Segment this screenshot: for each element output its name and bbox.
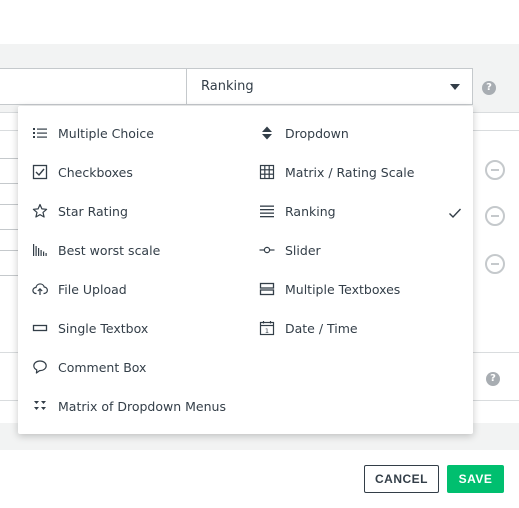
speech-bubble-icon <box>32 359 48 375</box>
star-icon <box>32 203 48 219</box>
top-strip <box>0 0 519 44</box>
menu-item-slider[interactable]: Slider <box>259 238 321 262</box>
menu-item-matrix-dropdown-menus[interactable]: Matrix of Dropdown Menus <box>32 394 226 418</box>
footer-bar <box>0 450 519 508</box>
menu-item-checkboxes[interactable]: Checkboxes <box>32 160 133 184</box>
cloud-upload-icon <box>32 281 48 297</box>
menu-item-date-time[interactable]: 1 Date / Time <box>259 316 358 340</box>
menu-item-star-rating[interactable]: Star Rating <box>32 199 128 223</box>
checkmark-icon <box>449 208 462 219</box>
menu-item-comment-box[interactable]: Comment Box <box>32 355 146 379</box>
checkbox-icon <box>32 164 48 180</box>
slider-icon <box>259 242 275 258</box>
lines-icon <box>259 203 275 219</box>
question-type-value: Ranking <box>201 79 254 94</box>
cancel-button[interactable]: CANCEL <box>364 465 439 493</box>
menu-item-dropdown[interactable]: Dropdown <box>259 121 349 145</box>
menu-item-multiple-textboxes[interactable]: Multiple Textboxes <box>259 277 400 301</box>
menu-item-single-textbox[interactable]: Single Textbox <box>32 316 148 340</box>
menu-item-file-upload[interactable]: File Upload <box>32 277 127 301</box>
multi-textbox-icon <box>259 281 275 297</box>
save-button[interactable]: SAVE <box>447 465 504 493</box>
list-icon <box>32 125 48 141</box>
help-icon[interactable]: ? <box>482 81 496 95</box>
menu-item-multiple-choice[interactable]: Multiple Choice <box>32 121 154 145</box>
remove-answer-icon[interactable] <box>485 254 505 274</box>
grid-icon <box>259 164 275 180</box>
remove-answer-icon[interactable] <box>485 206 505 226</box>
menu-item-best-worst-scale[interactable]: Best worst scale <box>32 238 160 262</box>
menu-item-matrix-rating-scale[interactable]: Matrix / Rating Scale <box>259 160 414 184</box>
remove-answer-icon[interactable] <box>485 160 505 180</box>
question-text-input[interactable] <box>0 68 187 105</box>
calendar-icon: 1 <box>259 320 275 336</box>
menu-item-ranking[interactable]: Ranking <box>259 199 336 223</box>
svg-text:1: 1 <box>265 327 269 335</box>
question-type-select[interactable]: Ranking <box>186 68 473 105</box>
textbox-icon <box>32 320 48 336</box>
caret-down-icon <box>450 84 460 90</box>
matrix-dropdown-icon <box>32 398 48 414</box>
best-worst-icon <box>32 242 48 258</box>
question-type-menu: Multiple Choice Checkboxes Star Rating B… <box>18 106 473 434</box>
help-icon[interactable]: ? <box>486 372 500 386</box>
up-down-arrows-icon <box>259 125 275 141</box>
